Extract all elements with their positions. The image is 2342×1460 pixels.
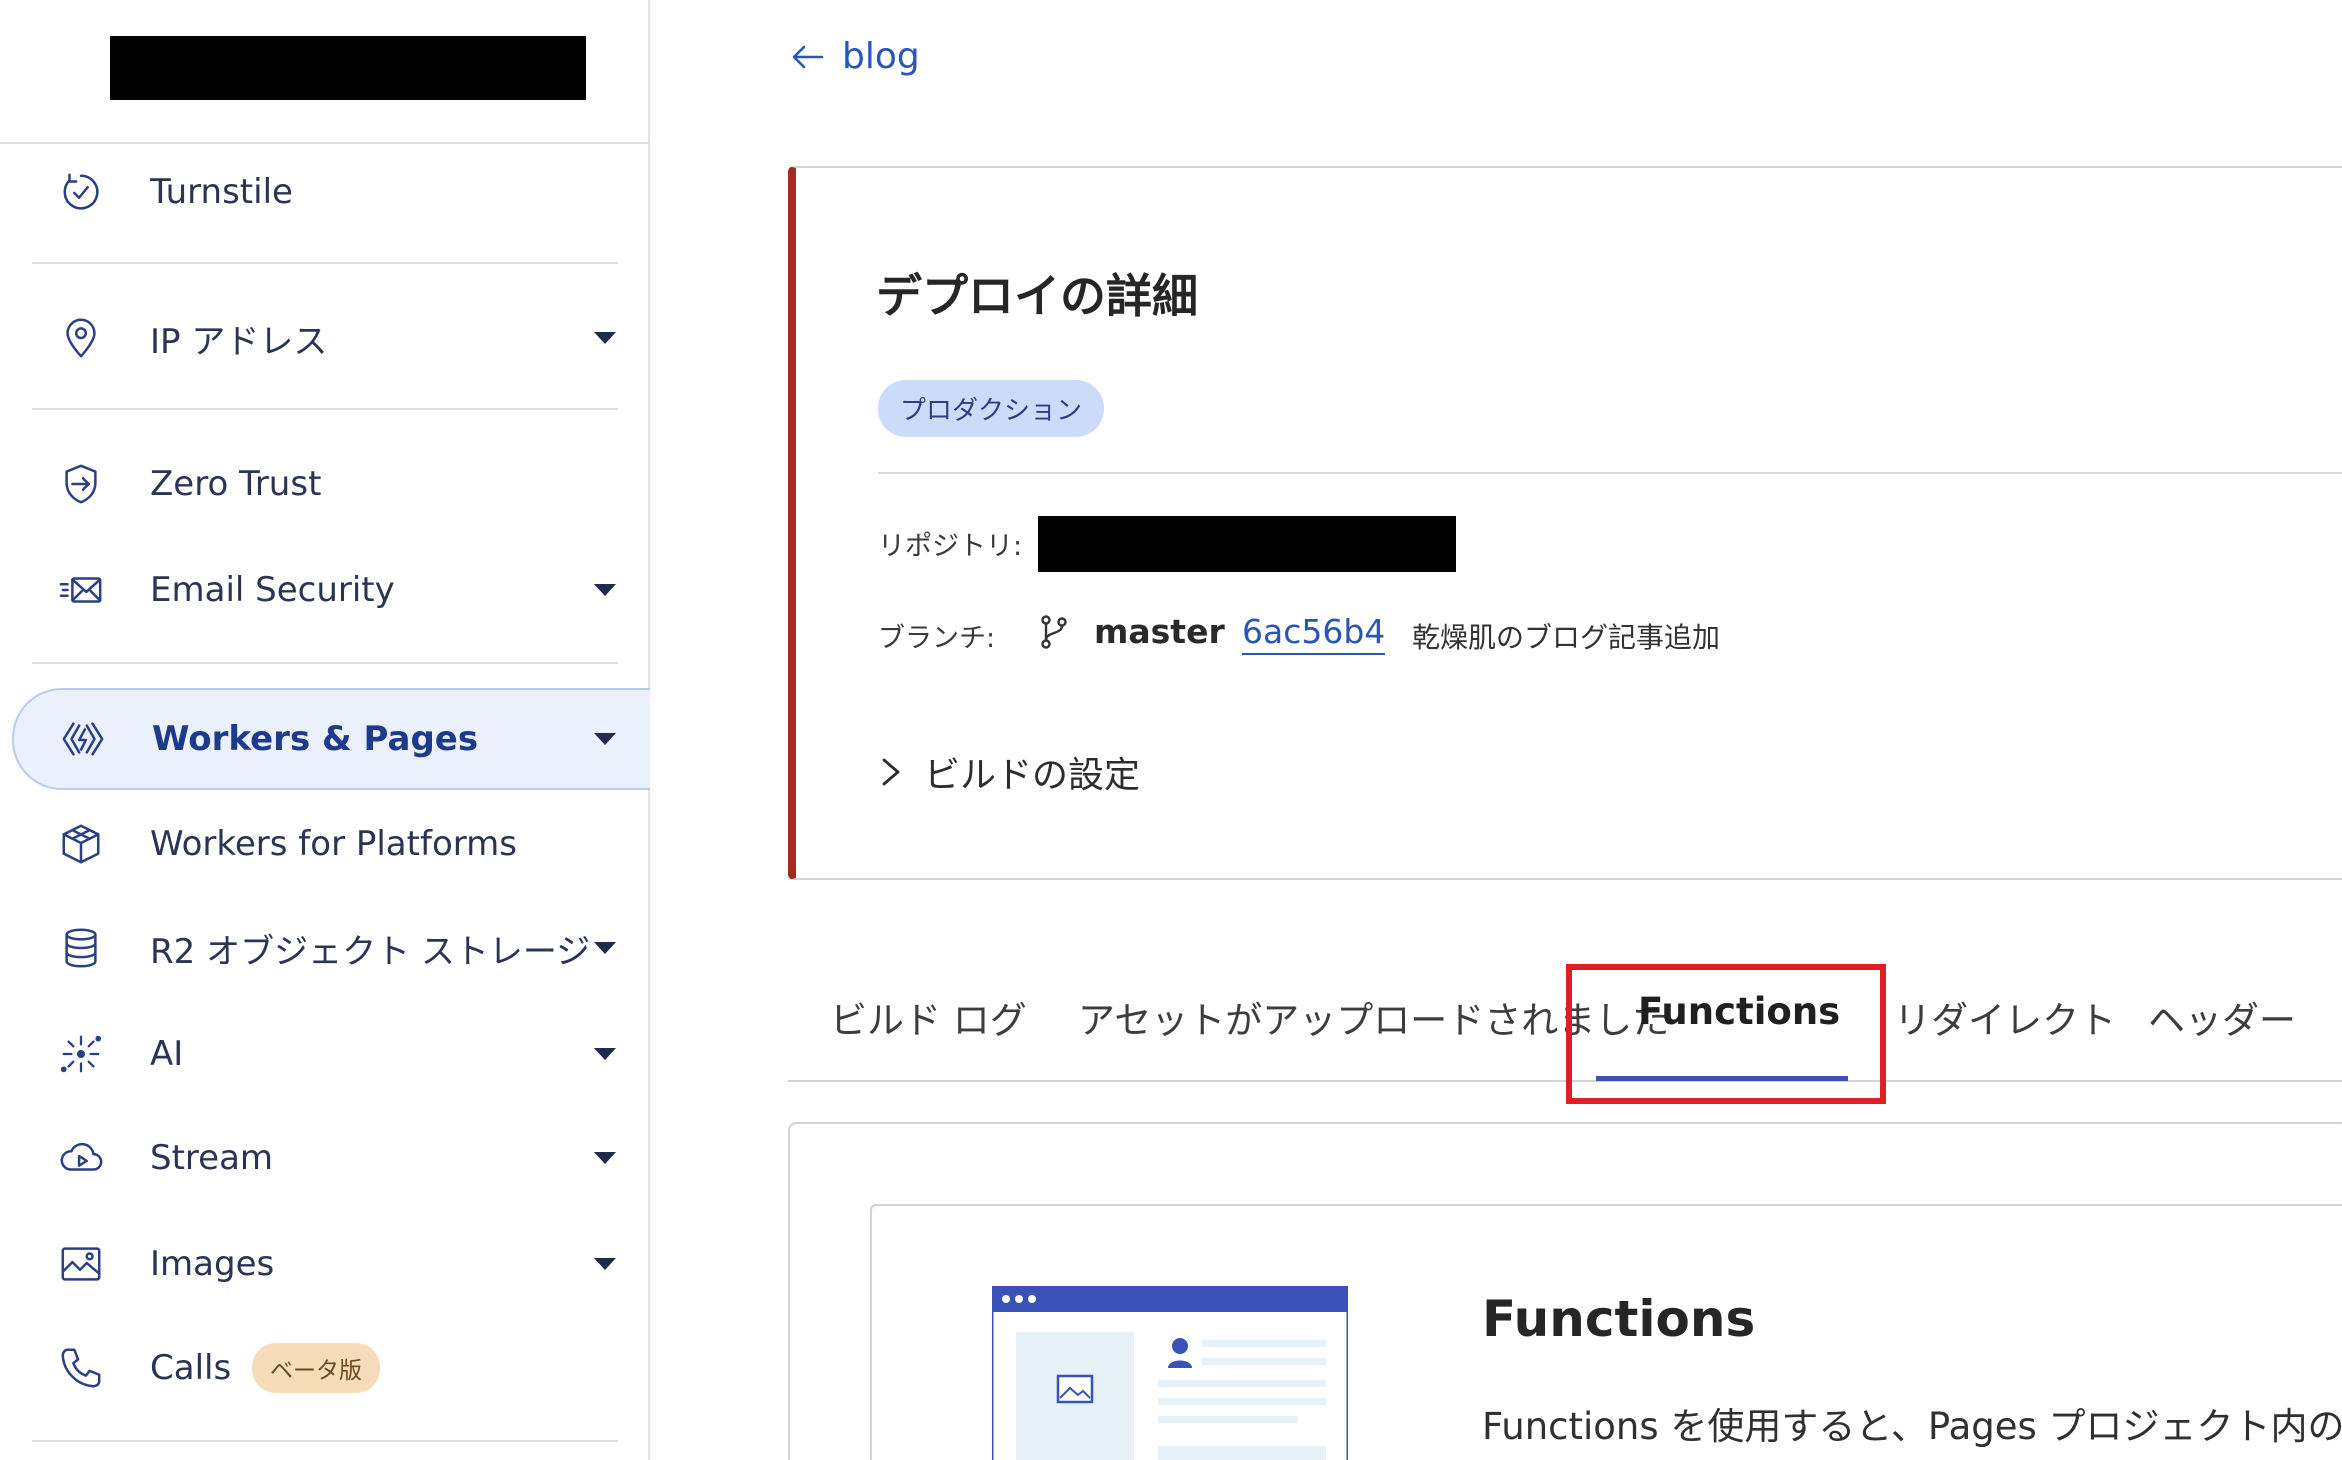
divider (878, 472, 2342, 474)
turnstile-icon (56, 167, 106, 217)
repository-label: リポジトリ: (878, 531, 1023, 562)
workers-icon (58, 714, 108, 764)
sidebar-divider (32, 408, 618, 410)
sidebar-divider (32, 662, 618, 664)
sidebar-item-label: Stream (150, 1138, 274, 1178)
annotation-highlight-box (1566, 964, 1886, 1104)
sidebar-item-label: Email Security (150, 570, 395, 610)
image-icon (56, 1239, 106, 1289)
sidebar-item-label: Zero Trust (150, 464, 322, 504)
sidebar-item-calls[interactable]: Calls ベータ版 (12, 1318, 650, 1418)
sidebar-item-label: Workers & Pages (152, 719, 479, 759)
deployment-details-card: デプロイの詳細 プロダクション リポジトリ: ブランチ: master 6ac5… (788, 166, 2342, 880)
sidebar-item-ai[interactable]: AI (12, 1004, 650, 1104)
chevron-down-icon[interactable] (594, 584, 616, 596)
build-settings-toggle[interactable]: ビルドの設定 (878, 746, 1140, 798)
commit-hash-link[interactable]: 6ac56b4 (1242, 612, 1386, 655)
beta-badge: ベータ版 (252, 1343, 380, 1393)
sidebar-item-email-security[interactable]: Email Security (12, 540, 650, 640)
phone-icon (56, 1343, 106, 1393)
chevron-down-icon[interactable] (594, 1152, 616, 1164)
branch-label: ブランチ: (878, 623, 996, 654)
sidebar-item-zero-trust[interactable]: Zero Trust (12, 434, 650, 534)
sidebar-item-ip-addresses[interactable]: IP アドレス (12, 288, 650, 388)
functions-heading: Functions (1482, 1290, 1756, 1348)
sidebar-item-stream[interactable]: Stream (12, 1108, 650, 1208)
arrow-left-icon (792, 45, 824, 68)
sparkle-icon (56, 1029, 106, 1079)
sidebar-item-workers-for-platforms[interactable]: Workers for Platforms (12, 794, 650, 894)
functions-description: Functions を使用すると、Pages プロジェクト内の Work (1482, 1405, 2342, 1448)
build-settings-label: ビルドの設定 (924, 755, 1141, 796)
database-icon (56, 923, 106, 973)
cloud-play-icon (56, 1133, 106, 1183)
sidebar-item-label: Calls (150, 1348, 232, 1388)
sidebar-item-label: IP アドレス (150, 321, 328, 362)
tab-build-log[interactable]: ビルド ログ (830, 990, 1027, 1044)
sidebar-item-images[interactable]: Images (12, 1214, 650, 1314)
account-name-redacted (110, 36, 586, 100)
tab-redirects[interactable]: リダイレクト (1894, 990, 2116, 1044)
sidebar-item-label: R2 オブジェクト ストレージ (150, 931, 591, 972)
location-pin-icon (56, 313, 106, 363)
sidebar-divider (32, 1440, 618, 1442)
email-icon (56, 565, 106, 615)
branch-name: master (1094, 612, 1225, 651)
chevron-down-icon[interactable] (594, 1258, 616, 1270)
sidebar-item-turnstile[interactable]: Turnstile (12, 142, 650, 242)
sidebar-divider (32, 262, 618, 264)
sidebar: Turnstile IP アドレス Zero Trust Email Secur… (0, 0, 650, 1460)
chevron-down-icon[interactable] (594, 733, 616, 745)
cube-icon (56, 819, 106, 869)
sidebar-item-label: AI (150, 1034, 184, 1074)
sidebar-item-r2-storage[interactable]: R2 オブジェクト ストレージ (12, 898, 650, 998)
zero-trust-icon (56, 459, 106, 509)
chevron-right-icon (882, 758, 900, 786)
git-branch-icon (1041, 615, 1067, 649)
sidebar-item-label: Workers for Platforms (150, 824, 517, 864)
back-link-label: blog (842, 36, 920, 77)
sidebar-item-label: Images (150, 1244, 275, 1284)
back-link[interactable]: blog (790, 36, 920, 77)
chevron-down-icon[interactable] (594, 1048, 616, 1060)
browser-illustration-icon (992, 1286, 1348, 1460)
commit-message: 乾燥肌のブログ記事追加 (1412, 621, 1721, 654)
page-title: デプロイの詳細 (876, 269, 1198, 323)
chevron-down-icon[interactable] (594, 332, 616, 344)
tab-bar: ビルド ログ アセットがアップロードされました Functions リダイレクト… (788, 950, 2342, 1082)
repository-name-redacted (1038, 516, 1456, 572)
tab-headers[interactable]: ヘッダー (2148, 990, 2296, 1044)
environment-badge: プロダクション (878, 380, 1105, 437)
sidebar-item-label: Turnstile (150, 172, 293, 212)
chevron-down-icon[interactable] (594, 942, 616, 954)
sidebar-item-workers-pages[interactable]: Workers & Pages (12, 688, 650, 790)
